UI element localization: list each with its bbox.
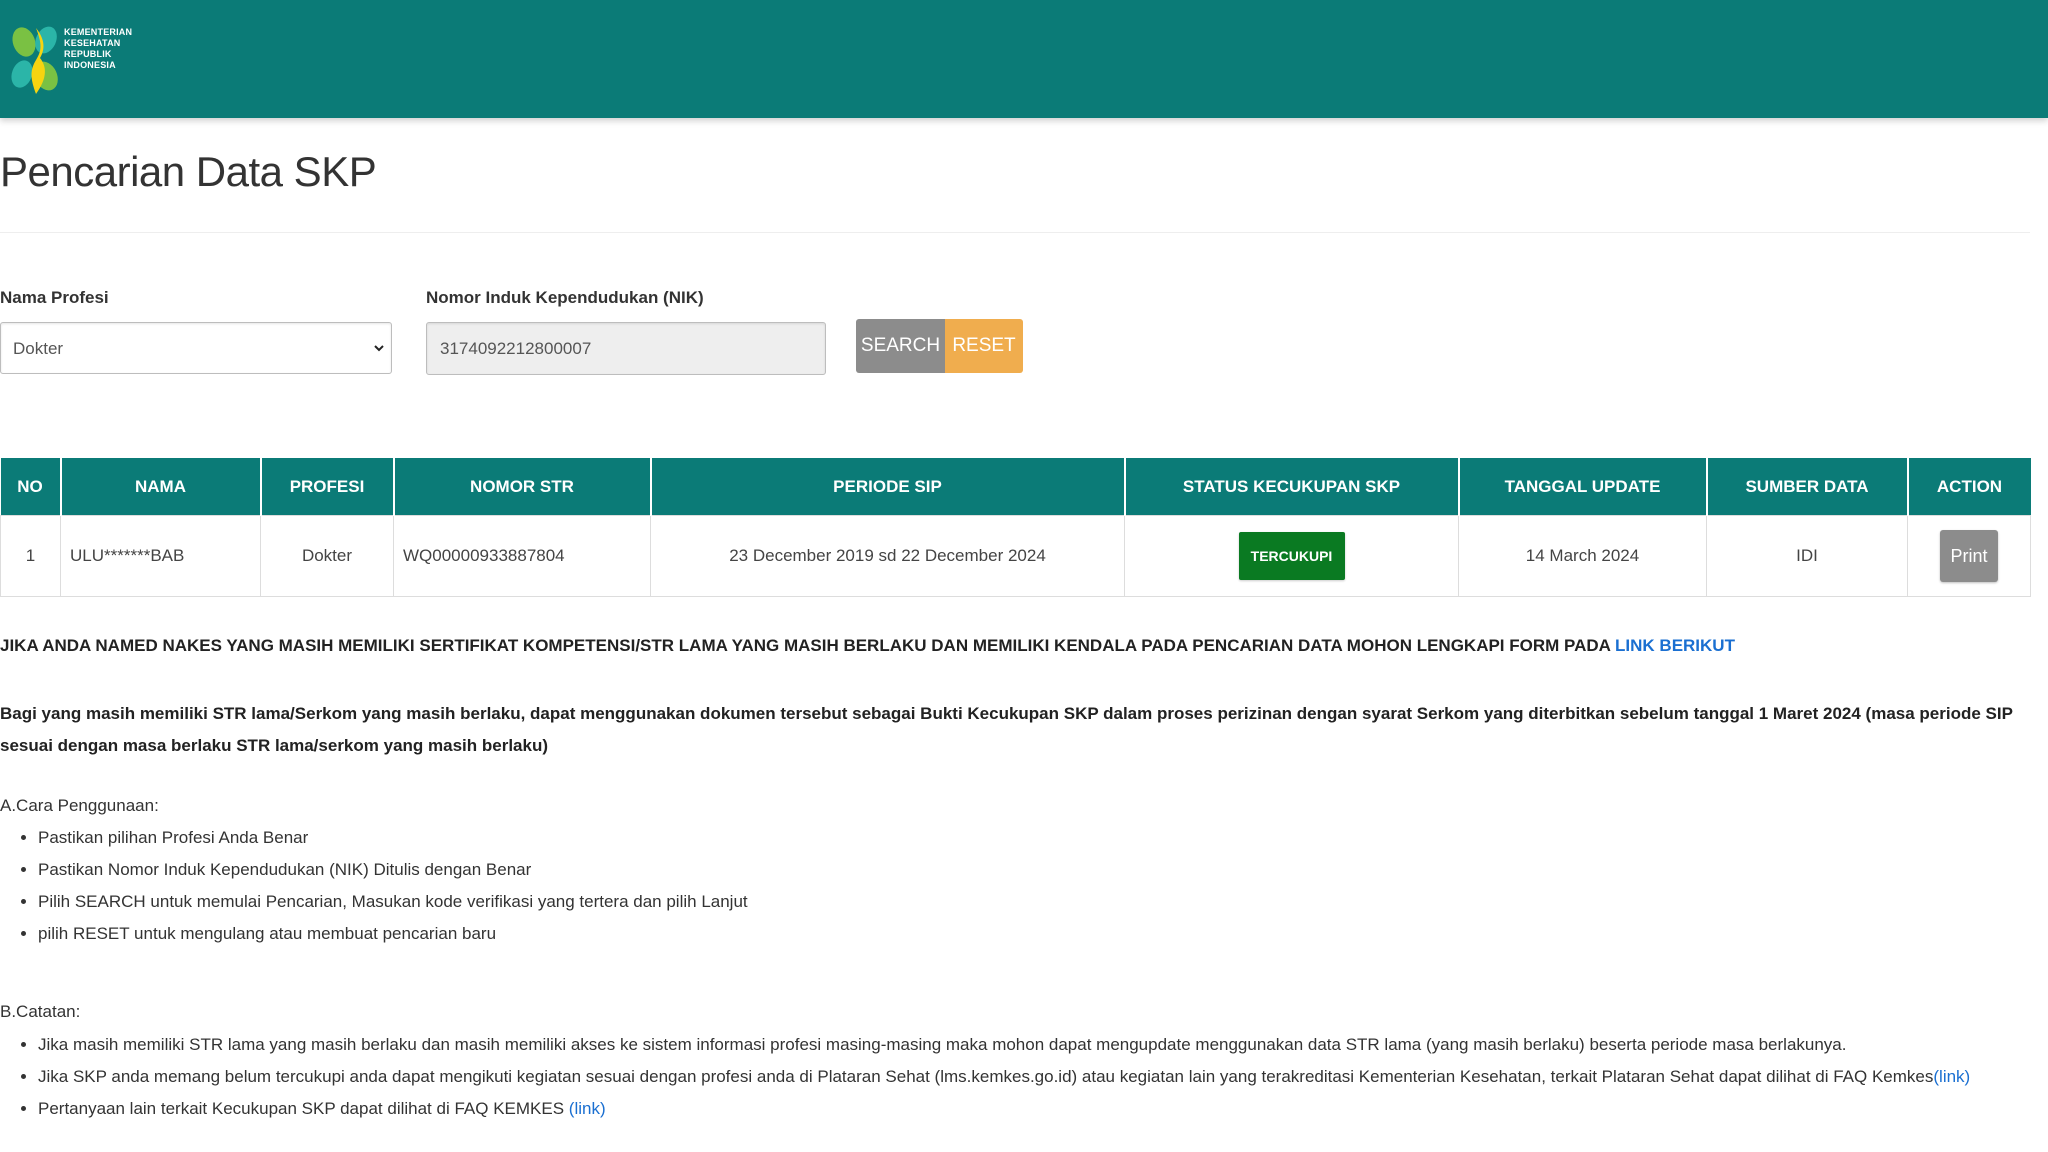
- profesi-selected-value: Dokter: [13, 339, 64, 358]
- table-header-row: NO NAMA PROFESI NOMOR STR PERIODE SIP ST…: [0, 458, 2031, 516]
- list-item: Pastikan Nomor Induk Kependudukan (NIK) …: [38, 854, 748, 886]
- nik-input[interactable]: [426, 322, 826, 375]
- profesi-label: Nama Profesi: [0, 288, 109, 307]
- table-row: 1 ULU*******BAB Dokter WQ00000933887804 …: [0, 515, 2031, 597]
- notice-text: JIKA ANDA NAMED NAKES YANG MASIH MEMILIK…: [0, 636, 1735, 656]
- list-item: Jika masih memiliki STR lama yang masih …: [38, 1029, 1970, 1061]
- kemenkes-emblem-icon: [11, 26, 58, 94]
- cell-status: TERCUKUPI: [1124, 515, 1459, 597]
- cell-profesi: Dokter: [260, 515, 394, 597]
- cell-nama: ULU*******BAB: [60, 515, 261, 597]
- cara-penggunaan-list: Pastikan pilihan Profesi Anda Benar Past…: [0, 822, 748, 950]
- chevron-down-icon: [373, 341, 385, 360]
- logo-wordmark: KEMENTERIAN KESEHATAN REPUBLIK INDONESIA: [64, 27, 144, 71]
- list-item: Pastikan pilihan Profesi Anda Benar: [38, 822, 748, 854]
- column-header-action: ACTION: [1907, 458, 2031, 516]
- cell-periode-sip: 23 December 2019 sd 22 December 2024: [650, 515, 1125, 597]
- kemenkes-logo[interactable]: KEMENTERIAN KESEHATAN REPUBLIK INDONESIA: [8, 20, 138, 100]
- link-berikut[interactable]: LINK BERIKUT: [1615, 636, 1735, 655]
- cara-penggunaan-heading: A.Cara Penggunaan:: [0, 796, 159, 815]
- profesi-select[interactable]: Dokter: [0, 322, 392, 374]
- cell-action: Print: [1907, 515, 2031, 597]
- faq-kemkes-skp-link[interactable]: (link): [569, 1099, 606, 1118]
- list-item: pilih RESET untuk mengulang atau membuat…: [38, 918, 748, 950]
- column-header-sumber-data: SUMBER DATA: [1706, 458, 1909, 516]
- cell-nomor-str: WQ00000933887804: [393, 515, 651, 597]
- list-item: Pertanyaan lain terkait Kecukupan SKP da…: [38, 1093, 1970, 1125]
- column-header-no: NO: [0, 458, 62, 516]
- column-header-nama: NAMA: [60, 458, 262, 516]
- catatan-list: Jika masih memiliki STR lama yang masih …: [0, 1029, 1970, 1125]
- print-button[interactable]: Print: [1940, 530, 1998, 582]
- catatan-heading: B.Catatan:: [0, 1002, 81, 1021]
- column-header-tanggal-update: TANGGAL UPDATE: [1458, 458, 1708, 516]
- list-item: Pilih SEARCH untuk memulai Pencarian, Ma…: [38, 886, 748, 918]
- logo-line: KESEHATAN: [64, 38, 121, 48]
- serkom-paragraph: Bagi yang masih memiliki STR lama/Serkom…: [0, 704, 2013, 755]
- logo-line: KEMENTERIAN: [64, 27, 133, 37]
- cell-no: 1: [0, 515, 61, 597]
- catatan-item2-text: Jika SKP anda memang belum tercukupi and…: [38, 1067, 1934, 1086]
- notice-body: JIKA ANDA NAMED NAKES YANG MASIH MEMILIK…: [0, 636, 1616, 655]
- logo-line: REPUBLIK: [64, 49, 112, 59]
- results-table: NO NAMA PROFESI NOMOR STR PERIODE SIP ST…: [0, 458, 2031, 597]
- column-header-periode-sip: PERIODE SIP: [650, 458, 1126, 516]
- cell-tanggal-update: 14 March 2024: [1458, 515, 1707, 597]
- nik-label: Nomor Induk Kependudukan (NIK): [426, 288, 704, 307]
- search-button[interactable]: SEARCH: [856, 319, 945, 373]
- column-header-status: STATUS KECUKUPAN SKP: [1124, 458, 1460, 516]
- list-item: Jika SKP anda memang belum tercukupi and…: [38, 1061, 1970, 1093]
- top-header-bar: KEMENTERIAN KESEHATAN REPUBLIK INDONESIA: [0, 0, 2048, 118]
- cell-sumber-data: IDI: [1706, 515, 1908, 597]
- reset-button[interactable]: RESET: [945, 319, 1023, 373]
- logo-line: INDONESIA: [64, 60, 116, 70]
- faq-kemkes-link[interactable]: (link): [1933, 1067, 1970, 1086]
- column-header-nomor-str: NOMOR STR: [393, 458, 652, 516]
- column-header-profesi: PROFESI: [260, 458, 395, 516]
- catatan-item3-text: Pertanyaan lain terkait Kecukupan SKP da…: [38, 1099, 569, 1118]
- status-badge: TERCUKUPI: [1238, 532, 1345, 580]
- title-divider: [0, 232, 2030, 233]
- page-title: Pencarian Data SKP: [0, 148, 377, 195]
